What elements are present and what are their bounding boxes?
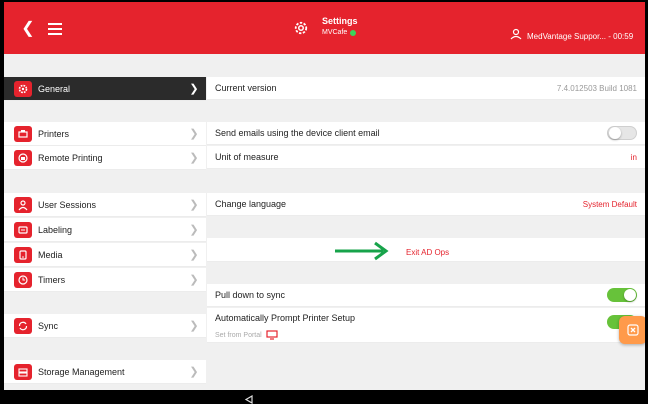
change-language-label: Change language	[215, 199, 287, 209]
unit-of-measure-row[interactable]: Unit of measure in	[207, 146, 645, 169]
online-status-dot	[350, 29, 357, 36]
sidebar-item-label: Sync	[38, 320, 59, 331]
gear-icon	[14, 80, 32, 97]
pull-to-sync-row: Pull down to sync	[207, 284, 645, 307]
send-emails-label: Send emails using the device client emai…	[215, 128, 380, 138]
system-nav-bar	[0, 390, 648, 404]
sidebar-item-sync[interactable]: Sync ❯	[4, 314, 206, 338]
sidebar-item-label: Remote Printing	[38, 152, 103, 163]
chevron-right-icon: ❯	[189, 320, 199, 332]
unit-of-measure-label: Unit of measure	[215, 152, 279, 162]
sidebar-item-labeling[interactable]: Labeling ❯	[4, 218, 206, 242]
app-header: ❮ Settings MVCafe MedVantage Suppor... -…	[4, 2, 645, 54]
settings-sidebar: General ❯ Printers ❯ Remote Printing ❯ U…	[4, 54, 206, 395]
back-arrow-icon[interactable]: ❮	[18, 19, 38, 39]
chevron-right-icon: ❯	[189, 274, 199, 286]
storage-icon	[14, 363, 32, 380]
toggle-knob	[624, 289, 636, 301]
sidebar-item-user-sessions[interactable]: User Sessions ❯	[4, 193, 206, 217]
sidebar-item-label: General	[38, 83, 71, 94]
sidebar-item-label: Timers	[38, 274, 66, 285]
nav-back-icon[interactable]	[244, 395, 254, 404]
chevron-right-icon: ❯	[189, 83, 199, 95]
current-version-value: 7.4.012503 Build 1081	[556, 83, 637, 93]
location-subtitle: MVCafe	[322, 29, 357, 36]
monitor-icon	[266, 330, 278, 340]
chevron-right-icon: ❯	[189, 224, 199, 236]
sidebar-item-label: Storage Management	[38, 366, 125, 377]
user-icon[interactable]	[510, 28, 522, 40]
sidebar-item-label: Printers	[38, 128, 70, 139]
sidebar-item-timers[interactable]: Timers ❯	[4, 268, 206, 292]
arrow-right-icon	[335, 241, 389, 261]
current-version-row: Current version 7.4.012503 Build 1081	[207, 77, 645, 100]
close-icon	[627, 324, 639, 336]
sidebar-item-label: User Sessions	[38, 199, 97, 210]
sync-icon	[14, 317, 32, 334]
sidebar-item-label: Media	[38, 249, 63, 260]
auto-prompt-printer-label: Automatically Prompt Printer Setup	[215, 313, 356, 323]
sidebar-item-media[interactable]: Media ❯	[4, 243, 206, 267]
printer-icon	[14, 125, 32, 142]
close-floating-button[interactable]	[619, 316, 645, 344]
location-name: MVCafe	[322, 29, 348, 36]
change-language-row[interactable]: Change language System Default	[207, 193, 645, 216]
sidebar-item-storage-management[interactable]: Storage Management ❯	[4, 360, 206, 384]
timer-icon	[14, 271, 32, 288]
label-icon	[14, 221, 32, 238]
chevron-right-icon: ❯	[189, 199, 199, 211]
sidebar-item-printers[interactable]: Printers ❯	[4, 122, 206, 146]
chevron-right-icon: ❯	[189, 249, 199, 261]
chevron-right-icon: ❯	[189, 152, 199, 164]
current-version-label: Current version	[215, 83, 277, 93]
chevron-right-icon: ❯	[189, 128, 199, 140]
auto-prompt-sub: Set from Portal	[215, 330, 278, 340]
sidebar-item-label: Labeling	[38, 224, 73, 235]
chevron-right-icon: ❯	[189, 366, 199, 378]
sidebar-item-general[interactable]: General ❯	[4, 77, 206, 101]
page-title: Settings	[322, 16, 358, 26]
change-language-value[interactable]: System Default	[583, 200, 637, 209]
gear-icon	[294, 21, 308, 35]
sidebar-item-remote-printing[interactable]: Remote Printing ❯	[4, 146, 206, 170]
user-session-label[interactable]: MedVantage Suppor... - 00:59	[527, 32, 633, 41]
send-emails-row: Send emails using the device client emai…	[207, 122, 645, 145]
set-from-portal-label: Set from Portal	[215, 331, 262, 339]
media-icon	[14, 246, 32, 263]
toggle-knob	[609, 127, 621, 139]
app-frame: ❮ Settings MVCafe MedVantage Suppor... -…	[4, 2, 645, 395]
remote-printer-icon	[14, 149, 32, 166]
user-icon	[14, 196, 32, 213]
hamburger-menu-icon[interactable]	[48, 23, 62, 35]
send-emails-toggle[interactable]	[607, 126, 637, 140]
exit-ad-ops-link[interactable]: Exit AD Ops	[406, 248, 449, 257]
settings-content: Current version 7.4.012503 Build 1081 Se…	[207, 54, 645, 395]
pull-to-sync-label: Pull down to sync	[215, 290, 286, 300]
unit-of-measure-value[interactable]: in	[631, 153, 637, 162]
pull-to-sync-toggle[interactable]	[607, 288, 637, 302]
